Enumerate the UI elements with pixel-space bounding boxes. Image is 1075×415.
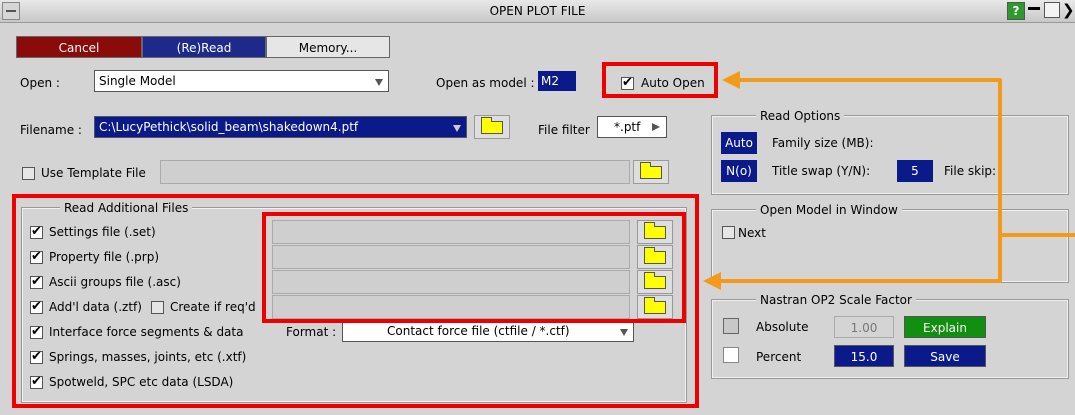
annotation-arrows [703,71,1075,290]
arrow-to-file-fields [715,235,1002,283]
arrowhead-icon [722,71,740,89]
arrow-to-auto-open [735,78,1075,237]
arrowhead-icon [703,272,721,290]
